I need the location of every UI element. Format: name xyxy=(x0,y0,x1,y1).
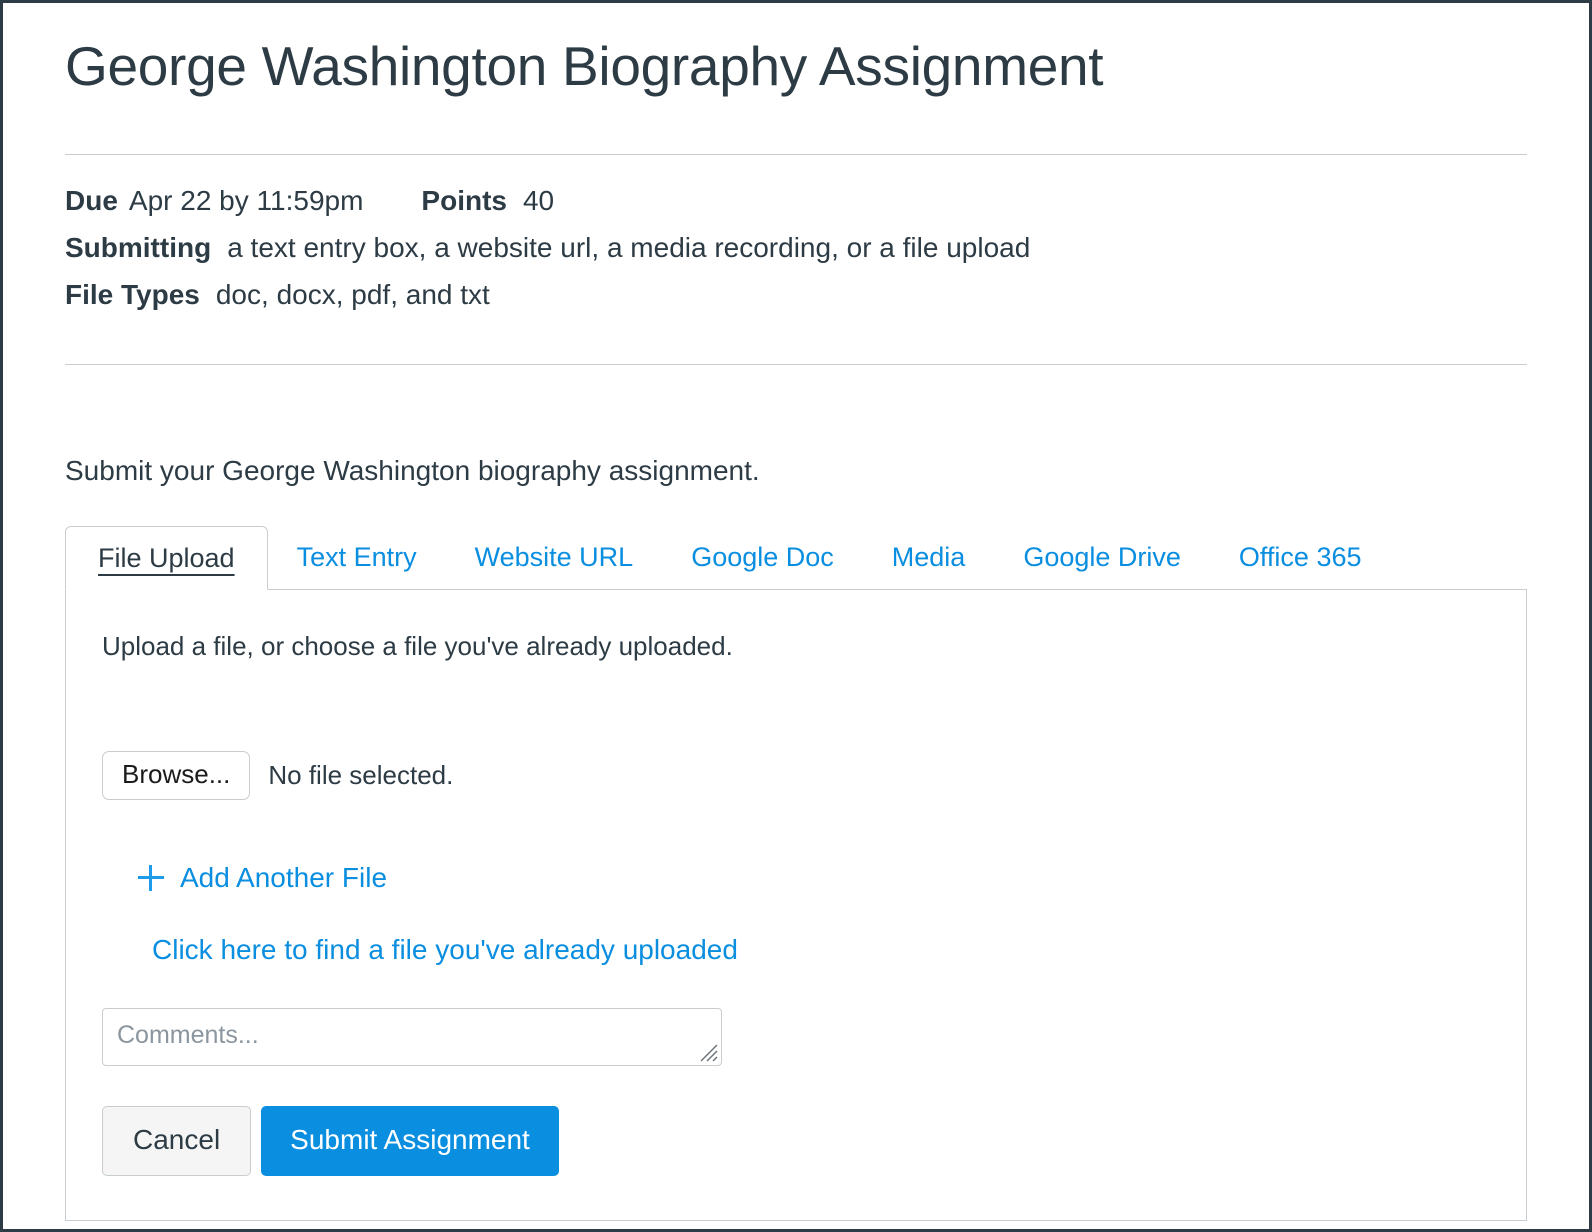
submitting-label: Submitting xyxy=(65,232,211,263)
file-types-value: doc, docx, pdf, and txt xyxy=(216,279,490,310)
points-label: Points xyxy=(421,185,507,216)
submitting-value: a text entry box, a website url, a media… xyxy=(227,232,1030,263)
find-uploaded-file-link[interactable]: Click here to find a file you've already… xyxy=(152,934,1490,966)
cancel-button[interactable]: Cancel xyxy=(102,1106,251,1176)
assignment-meta: Due Apr 22 by 11:59pm Points 40 Submitting a… xyxy=(65,155,1527,318)
selected-file-status: No file selected. xyxy=(268,760,453,791)
upload-instructions: Upload a file, or choose a file you've a… xyxy=(102,630,1490,664)
divider-bottom xyxy=(65,364,1527,365)
tab-google-drive[interactable]: Google Drive xyxy=(994,525,1210,588)
points-value: 40 xyxy=(523,185,554,216)
submission-tabs: File Upload Text Entry Website URL Googl… xyxy=(65,527,1527,1221)
due-value: Apr 22 by 11:59pm xyxy=(129,185,364,216)
meta-row-file-types: File Types doc, docx, pdf, and txt xyxy=(65,271,1527,318)
assignment-page: George Washington Biography Assignment D… xyxy=(3,3,1589,1229)
form-actions: Cancel Submit Assignment xyxy=(102,1106,1490,1176)
meta-row-due: Due Apr 22 by 11:59pm Points 40 xyxy=(65,177,1527,224)
tab-google-doc[interactable]: Google Doc xyxy=(662,525,863,588)
due-label: Due xyxy=(65,185,118,216)
add-another-file-label: Add Another File xyxy=(180,862,387,894)
tab-media[interactable]: Media xyxy=(863,525,995,588)
meta-row-submitting: Submitting a text entry box, a website ur… xyxy=(65,224,1527,271)
file-picker-row: Browse... No file selected. xyxy=(102,751,1490,800)
tab-text-entry[interactable]: Text Entry xyxy=(268,525,446,588)
browser-window-frame: George Washington Biography Assignment D… xyxy=(0,0,1592,1232)
tab-office-365[interactable]: Office 365 xyxy=(1210,525,1391,588)
file-types-label: File Types xyxy=(65,279,200,310)
add-another-file-link[interactable]: Add Another File xyxy=(138,862,387,894)
plus-icon xyxy=(138,865,164,891)
comments-input[interactable] xyxy=(102,1008,722,1066)
comments-field-wrapper xyxy=(102,1008,722,1066)
submit-assignment-button[interactable]: Submit Assignment xyxy=(261,1106,559,1176)
page-title: George Washington Biography Assignment xyxy=(65,3,1527,98)
assignment-description: Submit your George Washington biography … xyxy=(65,393,1527,490)
tab-strip: File Upload Text Entry Website URL Googl… xyxy=(65,527,1527,589)
tab-website-url[interactable]: Website URL xyxy=(446,525,663,588)
file-upload-panel: Upload a file, or choose a file you've a… xyxy=(65,589,1527,1221)
tab-file-upload[interactable]: File Upload xyxy=(65,526,268,590)
browse-button[interactable]: Browse... xyxy=(102,751,250,800)
